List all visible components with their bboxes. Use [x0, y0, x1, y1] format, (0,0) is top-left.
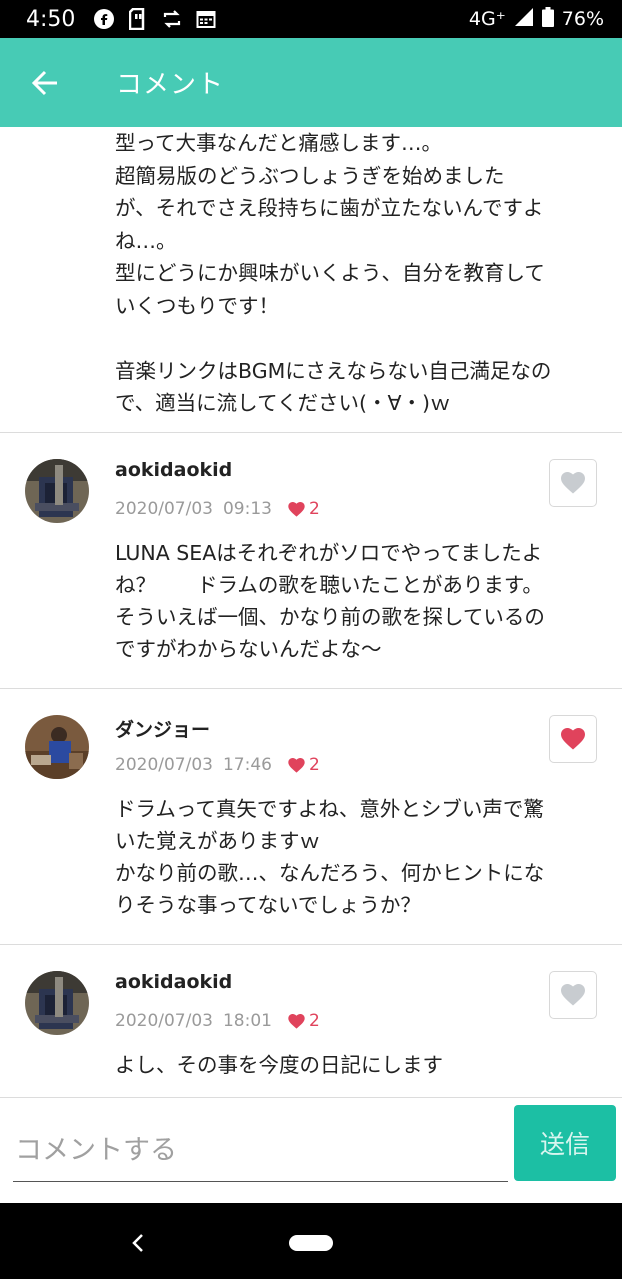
- comment-meta: 2020/07/03 09:13 2: [115, 499, 320, 519]
- send-button[interactable]: 送信: [514, 1105, 616, 1181]
- comment-time: 09:13: [222, 499, 272, 519]
- like-count: 2: [288, 1011, 320, 1031]
- like-count-value: 2: [308, 1011, 320, 1031]
- comment-line: ね？ ドラムの歌を聴いたことがあります。: [115, 573, 543, 597]
- comment-line: かなり前の歌…、なんだろう、何かヒントにな: [115, 861, 545, 885]
- back-button[interactable]: [0, 38, 90, 127]
- post-line: 音楽リンクはBGMにさえならない自己満足なの: [115, 358, 552, 383]
- heart-icon: [288, 501, 305, 517]
- heart-icon: [561, 984, 585, 1006]
- nav-home-pill[interactable]: [289, 1235, 333, 1251]
- avatar[interactable]: [25, 459, 89, 523]
- comment-time: 17:46: [222, 755, 272, 775]
- like-count: 2: [288, 755, 320, 775]
- like-button[interactable]: [549, 971, 597, 1019]
- app-header: コメント: [0, 38, 622, 127]
- sim-icon: [127, 8, 149, 30]
- comment-date: 2020/07/03: [115, 755, 213, 775]
- comment-date: 2020/07/03: [115, 499, 213, 519]
- comment-date: 2020/07/03: [115, 1011, 213, 1031]
- like-count-value: 2: [308, 755, 320, 775]
- like-count-value: 2: [308, 499, 320, 519]
- like-button[interactable]: [549, 459, 597, 507]
- battery-icon: [541, 6, 554, 32]
- comment-line: LUNA SEAはそれぞれがソロでやってましたよ: [115, 541, 543, 565]
- avatar[interactable]: [25, 971, 89, 1035]
- heart-icon: [561, 728, 585, 750]
- page-title: コメント: [116, 70, 225, 100]
- heart-icon: [288, 1013, 305, 1029]
- comment-author[interactable]: aokidaokid: [115, 459, 232, 481]
- like-button-active[interactable]: [549, 715, 597, 763]
- comment-line: そういえば一個、かなり前の歌を探しているの: [115, 605, 545, 629]
- comment-body: LUNA SEAはそれぞれがソロでやってましたよ ね？ ドラムの歌を聴いたことが…: [115, 537, 605, 665]
- facebook-icon: [93, 8, 115, 30]
- status-time: 4:50: [26, 6, 76, 32]
- post-line: いくつもりです！: [115, 293, 279, 318]
- comment-input-bar: 送信: [0, 1097, 622, 1203]
- comment-line: ですがわからないんだよな〜: [115, 637, 382, 661]
- heart-icon: [288, 757, 305, 773]
- post-line: 超簡易版のどうぶつしょうぎを始めました: [115, 163, 505, 188]
- post-line: 型って大事なんだと痛感します…。: [115, 131, 442, 155]
- system-nav-bar: [0, 1203, 622, 1279]
- battery-level: 76%: [561, 8, 604, 30]
- comment-meta: 2020/07/03 17:46 2: [115, 755, 320, 775]
- network-type: 4G⁺: [468, 8, 506, 30]
- post-body-tail: 型って大事なんだと痛感します…。 超簡易版のどうぶつしょうぎを始めました が、そ…: [0, 127, 622, 420]
- comment-body: ドラムって真矢ですよね、意外とシブい声で驚 いた覚えがありますｗ かなり前の歌……: [115, 793, 605, 921]
- comment-body: よし、その事を今度の日記にします: [115, 1049, 605, 1081]
- heart-icon: [561, 472, 585, 494]
- post-line: 型にどうにか興味がいくよう、自分を教育して: [115, 261, 545, 285]
- like-count: 2: [288, 499, 320, 519]
- comment-line: いた覚えがありますｗ: [115, 829, 320, 853]
- post-line: ね…。: [115, 228, 177, 253]
- arrow-left-icon: [31, 70, 57, 95]
- comment-item: aokidaokid 2020/07/03 18:01 2 よし、その事を今度の…: [0, 944, 622, 1097]
- sync-icon: [161, 8, 183, 30]
- chevron-left-icon: [132, 1234, 143, 1252]
- comment-line: ドラムって真矢ですよね、意外とシブい声で驚: [115, 797, 544, 821]
- comment-list[interactable]: 型って大事なんだと痛感します…。 超簡易版のどうぶつしょうぎを始めました が、そ…: [0, 127, 622, 1097]
- comment-line: よし、その事を今度の日記にします: [115, 1053, 443, 1077]
- calendar-icon: [195, 8, 217, 30]
- comment-author[interactable]: aokidaokid: [115, 971, 232, 993]
- signal-icon: [514, 7, 534, 32]
- comment-input[interactable]: [13, 1120, 508, 1182]
- comment-time: 18:01: [222, 1011, 272, 1031]
- post-line: で、適当に流してください(・∀・)ｗ: [115, 391, 451, 415]
- comment-line: りそうな事ってないでしょうか？: [115, 893, 421, 917]
- comment-item: ダンジョー 2020/07/03 17:46 2 ドラムって真矢ですよね、意外と…: [0, 688, 622, 944]
- comment-meta: 2020/07/03 18:01 2: [115, 1011, 320, 1031]
- post-line: が、それでさえ段持ちに歯が立たないんですよ: [115, 196, 544, 220]
- comment-author[interactable]: ダンジョー: [115, 715, 210, 742]
- comment-item: aokidaokid 2020/07/03 09:13 2 LUNA SEAはそ…: [0, 432, 622, 688]
- nav-back-button[interactable]: [120, 1225, 156, 1261]
- avatar[interactable]: [25, 715, 89, 779]
- status-right: 4G⁺ 76%: [468, 6, 604, 32]
- status-bar: 4:50 4G⁺ 76%: [0, 0, 622, 38]
